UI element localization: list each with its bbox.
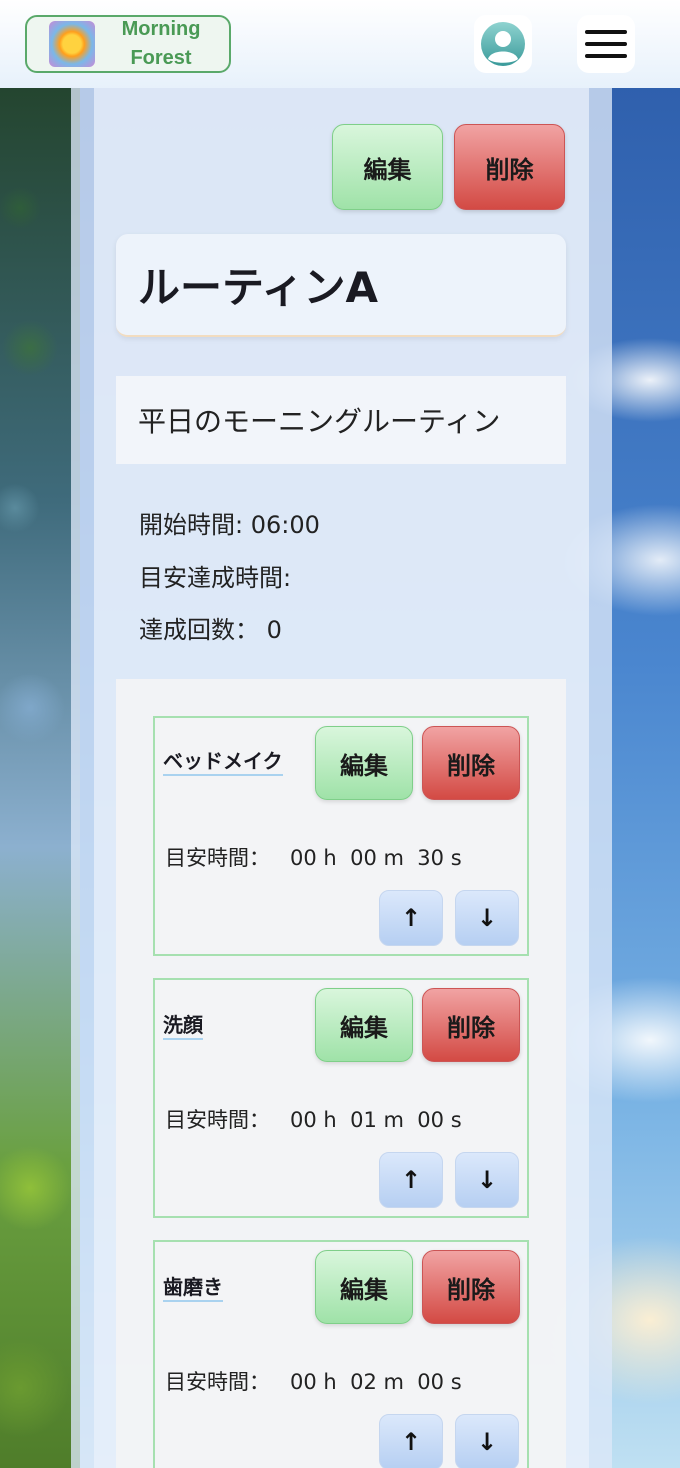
- logo-line1: Morning: [121, 18, 201, 40]
- step-name: ベッドメイク: [163, 749, 283, 776]
- step-delete-button[interactable]: 削除: [422, 1250, 520, 1324]
- step-time-label: 目安時間：: [165, 1108, 270, 1132]
- move-up-button[interactable]: ↑: [379, 890, 443, 946]
- move-down-button[interactable]: ↓: [455, 1152, 519, 1208]
- achievement-count: 達成回数： 0: [139, 616, 282, 644]
- logo-text: Morning Forest: [111, 15, 211, 73]
- routine-title: ルーティンA: [138, 263, 378, 312]
- hamburger-menu-icon: [585, 22, 627, 66]
- step-time-label: 目安時間：: [165, 1370, 270, 1394]
- logo-line2: Forest: [130, 47, 192, 69]
- routine-title-card: ルーティンA: [116, 234, 566, 337]
- arrow-down-icon: ↓: [476, 1166, 498, 1194]
- arrow-down-icon: ↓: [476, 1428, 498, 1456]
- arrow-up-icon: ↑: [400, 904, 422, 932]
- target-achievement-time: 目安達成時間:: [139, 564, 292, 592]
- step-target-time: 目安時間： 00 h 01 m 00 s: [165, 1104, 462, 1134]
- menu-button[interactable]: [577, 15, 635, 73]
- step-edit-button[interactable]: 編集: [315, 726, 413, 800]
- step-card: 洗顔 編集 削除 目安時間： 00 h 01 m 00 s ↑ ↓: [153, 978, 529, 1218]
- step-name: 洗顔: [163, 1013, 203, 1040]
- start-time: 開始時間: 06:00: [139, 511, 320, 539]
- account-button[interactable]: [474, 15, 532, 73]
- move-up-button[interactable]: ↑: [379, 1152, 443, 1208]
- routine-description: 平日のモーニングルーティン: [116, 376, 566, 464]
- step-edit-button[interactable]: 編集: [315, 988, 413, 1062]
- step-target-time: 目安時間： 00 h 00 m 30 s: [165, 842, 462, 872]
- routine-delete-button[interactable]: 削除: [454, 124, 565, 210]
- move-down-button[interactable]: ↓: [455, 1414, 519, 1468]
- step-time-value: 00 h 01 m 00 s: [290, 1108, 462, 1132]
- step-time-value: 00 h 00 m 30 s: [290, 846, 462, 870]
- arrow-up-icon: ↑: [400, 1166, 422, 1194]
- sun-logo-icon: [49, 21, 95, 67]
- step-edit-button[interactable]: 編集: [315, 1250, 413, 1324]
- logo-link[interactable]: Morning Forest: [25, 15, 231, 73]
- step-card: ベッドメイク 編集 削除 目安時間： 00 h 00 m 30 s ↑ ↓: [153, 716, 529, 956]
- move-down-button[interactable]: ↓: [455, 890, 519, 946]
- routine-edit-button[interactable]: 編集: [332, 124, 443, 210]
- arrow-up-icon: ↑: [400, 1428, 422, 1456]
- step-delete-button[interactable]: 削除: [422, 726, 520, 800]
- user-avatar-icon: [481, 22, 525, 66]
- step-name: 歯磨き: [163, 1275, 223, 1302]
- background-foliage: [0, 88, 80, 1468]
- step-target-time: 目安時間： 00 h 02 m 00 s: [165, 1366, 462, 1396]
- move-up-button[interactable]: ↑: [379, 1414, 443, 1468]
- step-card: 歯磨き 編集 削除 目安時間： 00 h 02 m 00 s ↑ ↓: [153, 1240, 529, 1468]
- app-header: Morning Forest: [0, 0, 680, 88]
- step-delete-button[interactable]: 削除: [422, 988, 520, 1062]
- arrow-down-icon: ↓: [476, 904, 498, 932]
- step-time-value: 00 h 02 m 00 s: [290, 1370, 462, 1394]
- step-time-label: 目安時間：: [165, 846, 270, 870]
